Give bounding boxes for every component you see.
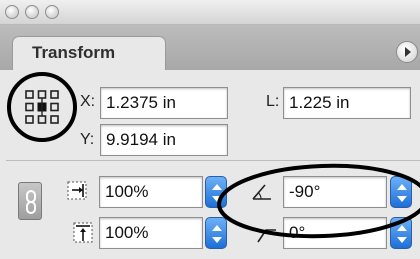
- scale-horizontal-icon: [67, 181, 87, 200]
- chain-link-icon: [26, 190, 36, 214]
- rotate-angle-icon: [252, 184, 271, 200]
- shear-angle-icon: [257, 229, 276, 243]
- section-divider: [6, 160, 420, 161]
- reference-point-grid-icon[interactable]: [23, 88, 61, 126]
- stepper-arrows-icon: [212, 184, 222, 202]
- window-titlebar: [0, 0, 420, 25]
- tab-label: Transform: [32, 43, 116, 62]
- rotate-stepper[interactable]: [390, 176, 412, 208]
- panel-menu-arrow-icon[interactable]: [396, 41, 418, 63]
- shear-stepper[interactable]: [390, 217, 412, 249]
- scale-y-field[interactable]: 100%: [99, 217, 203, 249]
- x-label: X:: [80, 93, 96, 110]
- rotate-angle-field[interactable]: -90°: [283, 176, 387, 208]
- stepper-arrows-icon: [212, 225, 222, 243]
- constrain-proportions-button[interactable]: [18, 182, 42, 220]
- scale-vertical-icon: [73, 222, 93, 243]
- minimize-window-icon[interactable]: [25, 5, 39, 19]
- length-field[interactable]: 1.225 in: [283, 87, 411, 119]
- scale-x-stepper[interactable]: [205, 176, 227, 208]
- zoom-window-icon[interactable]: [45, 5, 59, 19]
- l-label: L:: [266, 93, 280, 110]
- tab-transform[interactable]: Transform: [12, 36, 166, 71]
- close-window-icon[interactable]: [5, 5, 19, 19]
- y-position-field[interactable]: 9.9194 in: [100, 124, 228, 156]
- scale-y-stepper[interactable]: [205, 217, 227, 249]
- shear-angle-field[interactable]: 0°: [283, 217, 387, 249]
- stepper-arrows-icon: [397, 225, 407, 243]
- x-position-field[interactable]: 1.2375 in: [100, 87, 228, 119]
- y-label: Y:: [80, 131, 95, 148]
- stepper-arrows-icon: [397, 184, 407, 202]
- scale-x-field[interactable]: 100%: [99, 176, 203, 208]
